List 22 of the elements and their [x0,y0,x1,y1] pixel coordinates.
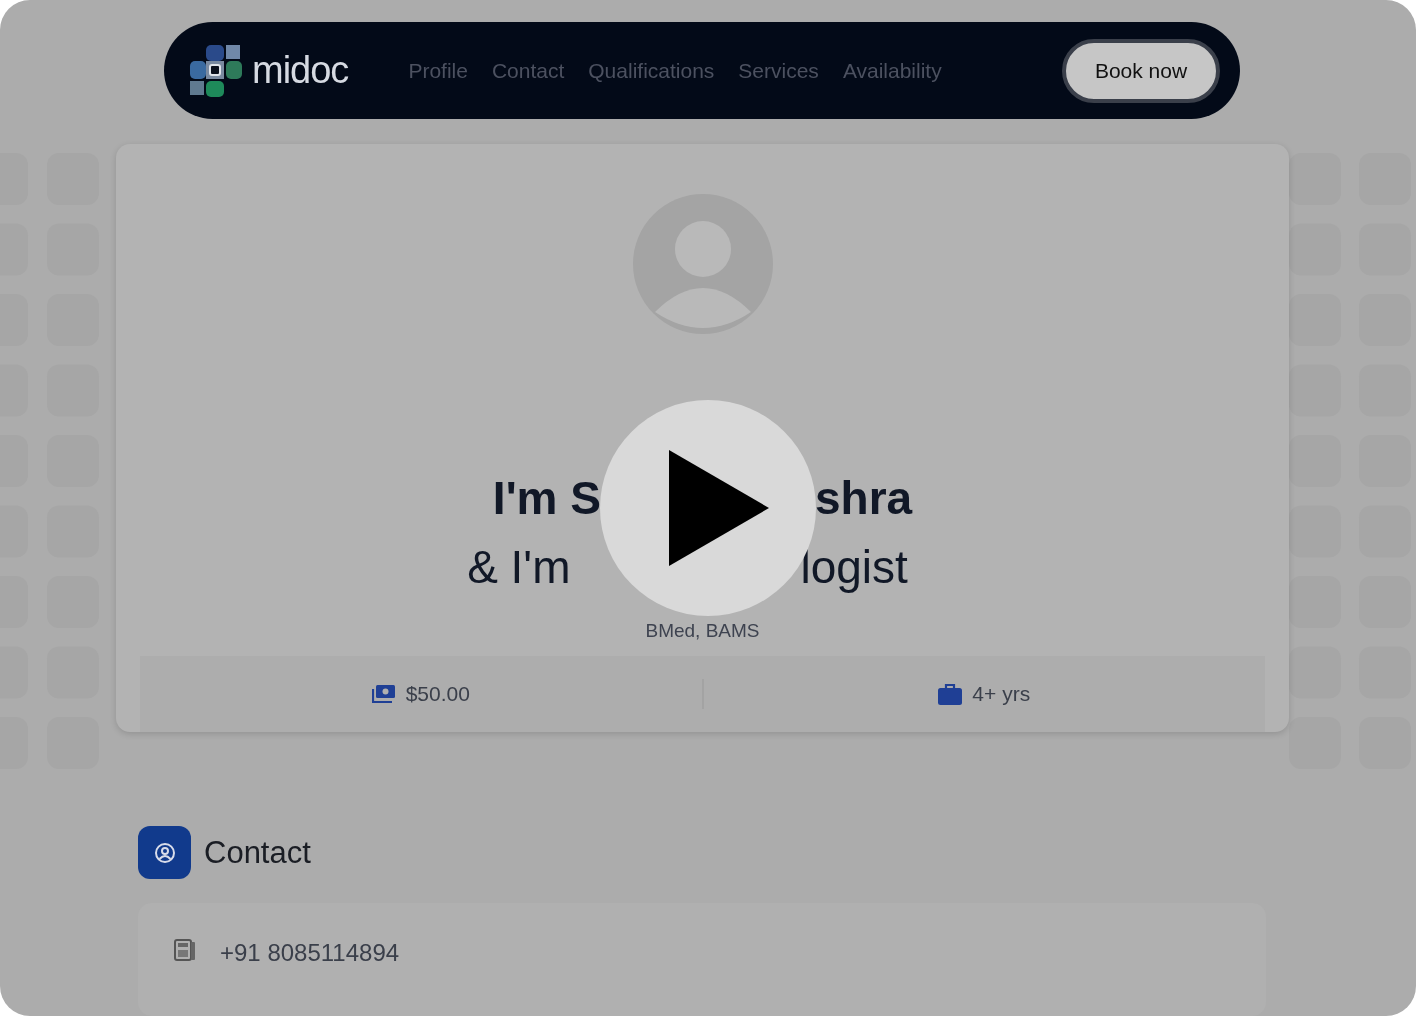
logo-text: midoc [252,49,349,93]
book-now-button[interactable]: Book now [1062,38,1220,103]
section-title: Contact [204,834,311,871]
subheading-text: & I'm [467,540,571,596]
subheading-text: logist [800,540,908,596]
play-icon [669,450,769,566]
nav-link[interactable]: Profile [408,58,468,83]
nav-link[interactable]: Qualifications [588,58,715,83]
money-icon [371,684,396,705]
nav-link[interactable]: Services [738,58,819,83]
nav-link[interactable]: Availability [842,58,942,83]
nav-link[interactable]: Contact [491,58,565,83]
logo-icon [188,42,244,99]
experience-text: 4+ yrs [972,682,1031,707]
user-circle-icon [153,841,176,864]
heading-text: shra [814,471,913,527]
phone-number: +91 8085114894 [220,939,400,968]
briefcase-icon [938,683,963,706]
credentials-text: BMed, BAMS [645,620,760,643]
heading-text: I'm S [492,471,601,527]
fax-icon [174,939,196,962]
fee-text: $50.00 [405,682,470,707]
